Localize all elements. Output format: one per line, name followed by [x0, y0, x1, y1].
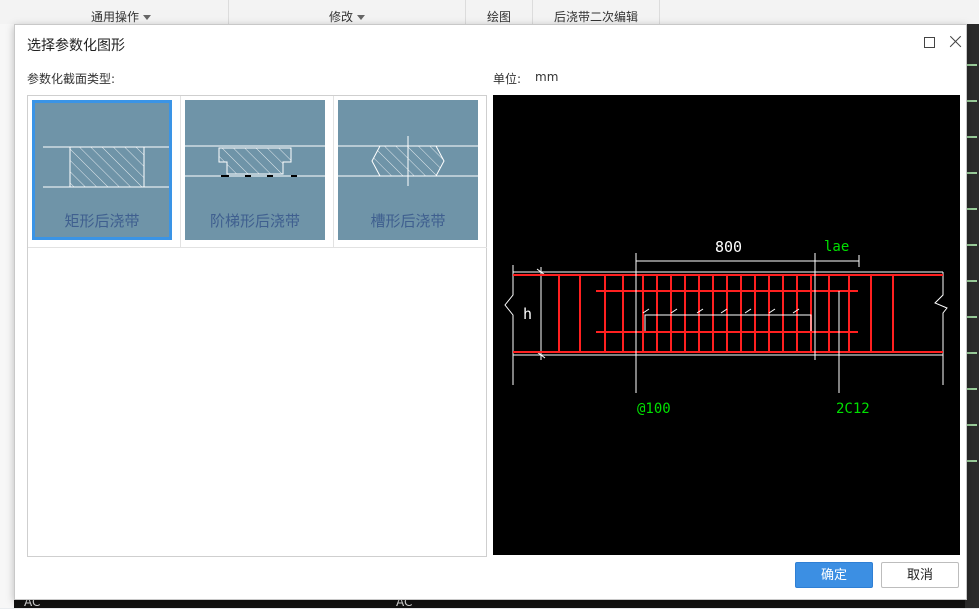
ribbon-group-draw[interactable]: 绘图 [466, 0, 533, 24]
option-label: 阶梯形后浇带 [209, 212, 300, 230]
rebar-count-label: 2C12 [836, 401, 870, 417]
app-left-panel [0, 24, 15, 608]
chevron-down-icon [357, 15, 365, 20]
ribbon-group-general[interactable]: 通用操作 [14, 0, 229, 24]
maximize-icon[interactable] [920, 33, 938, 51]
ribbon-group-modify[interactable]: 修改 [229, 0, 466, 24]
ribbon-group-label: 绘图 [486, 10, 511, 24]
section-type-option-stepped[interactable]: 阶梯形后浇带 [181, 96, 334, 248]
section-type-label: 参数化截面类型: [27, 72, 116, 86]
ribbon-group-label: 通用操作 [90, 10, 139, 24]
parametric-preview-canvas: 800 lae h @100 2C12 [493, 95, 960, 555]
option-label: 矩形后浇带 [64, 212, 140, 230]
shape-tile[interactable]: 矩形后浇带 [32, 100, 172, 240]
unit-value: mm [535, 70, 559, 84]
app-ribbon: 通用操作 修改 绘图 后浇带二次编辑 [0, 0, 979, 25]
shape-tile[interactable]: 阶梯形后浇带 [185, 100, 325, 240]
cancel-button[interactable]: 取消 [881, 562, 959, 588]
confirm-button[interactable]: 确定 [795, 562, 873, 588]
select-parametric-shape-dialog: 选择参数化图形 参数化截面类型: 单位: mm 矩形后浇带 阶梯形后浇带 槽形后… [14, 24, 967, 600]
app-drawing-area [965, 24, 979, 608]
ribbon-group-label: 修改 [328, 10, 353, 24]
ribbon-group-secondary-edit[interactable]: 后浇带二次编辑 [533, 0, 660, 24]
unit-label: 单位: [493, 72, 522, 86]
section-type-option-groove[interactable]: 槽形后浇带 [334, 96, 487, 248]
close-icon[interactable] [947, 33, 965, 51]
dialog-title: 选择参数化图形 [27, 38, 125, 54]
dimension-lae-label: lae [824, 239, 849, 255]
chevron-down-icon [143, 15, 151, 20]
shape-tile[interactable]: 槽形后浇带 [338, 100, 478, 240]
stirrup-spacing-label: @100 [637, 401, 671, 417]
section-type-option-rectangular[interactable]: 矩形后浇带 [28, 96, 181, 248]
option-label: 槽形后浇带 [370, 212, 446, 230]
dimension-height-label: h [523, 305, 532, 323]
section-type-list: 矩形后浇带 阶梯形后浇带 槽形后浇带 [27, 95, 487, 557]
dimension-width-label: 800 [715, 238, 742, 256]
ribbon-group-label: 后浇带二次编辑 [553, 10, 638, 24]
